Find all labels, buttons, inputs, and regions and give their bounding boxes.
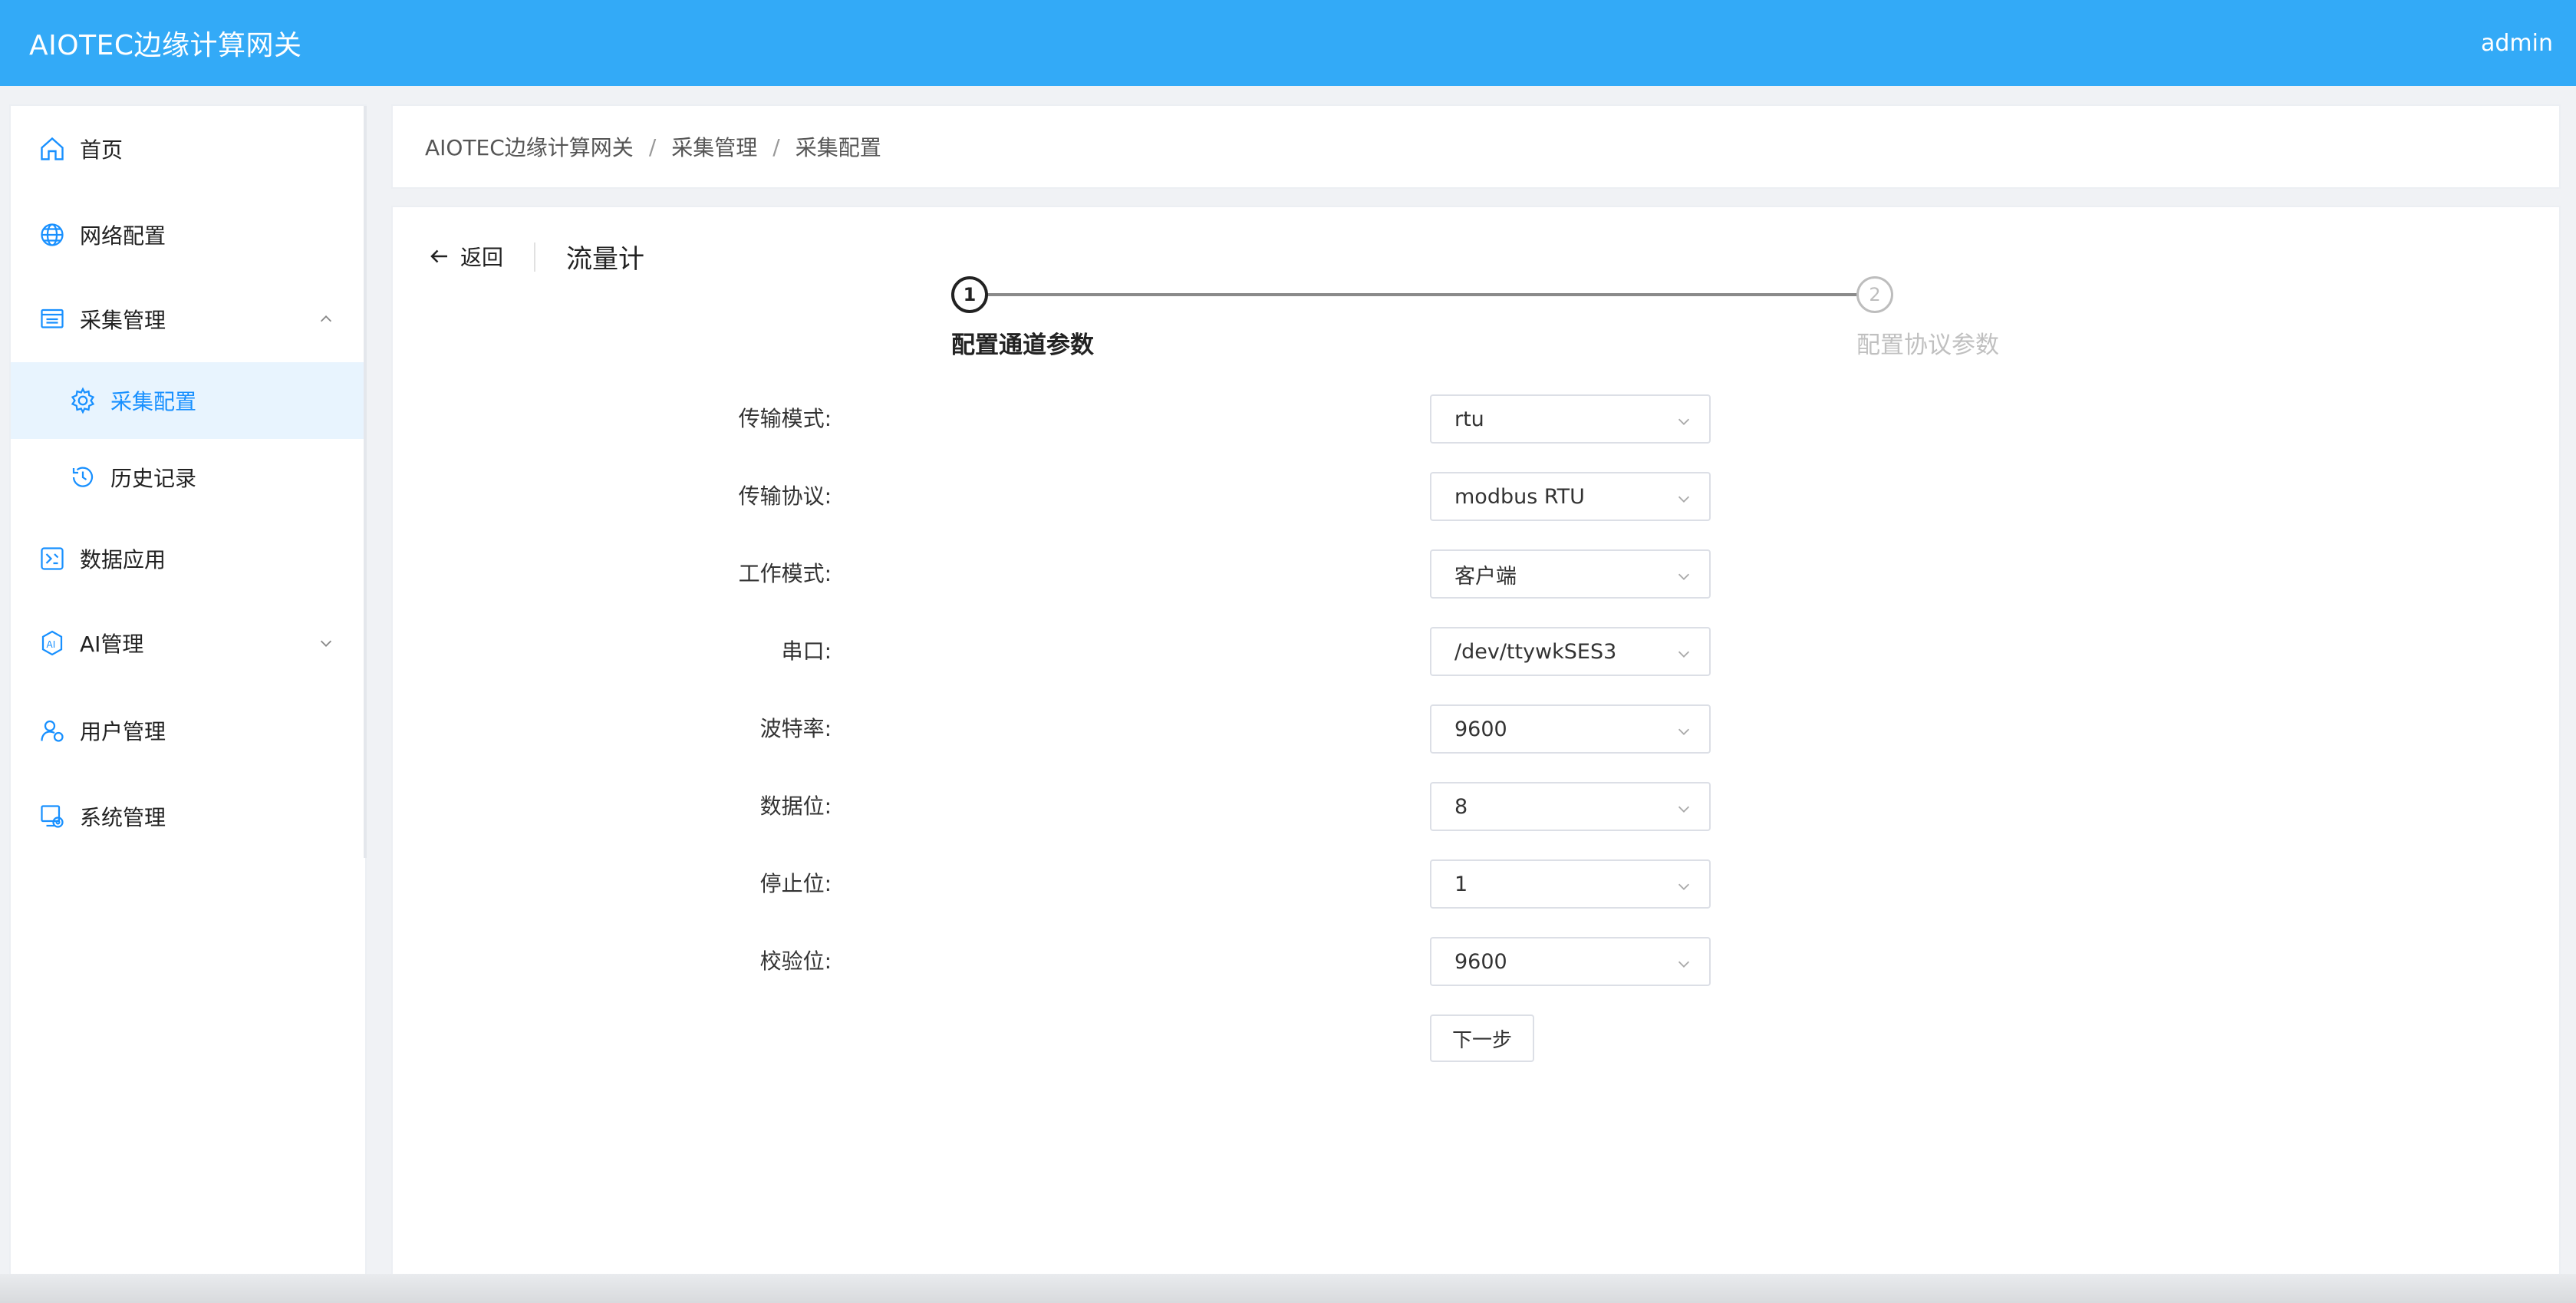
sidebar-item-data-app[interactable]: 数据应用	[11, 520, 365, 597]
field-label: 串口:	[781, 638, 832, 664]
select-value: modbus RTU	[1454, 484, 1585, 509]
breadcrumb-separator: /	[648, 134, 657, 160]
transport-mode-select[interactable]: rtu	[1430, 394, 1711, 444]
form-row-baud-rate: 波特率: 9600	[393, 704, 2562, 754]
sidebar-item-collection-config[interactable]: 采集配置	[11, 362, 365, 439]
sidebar: 首页 网络配置 采集管理 采集配置 历史记录 数据应用 AI AI管理 用户管理…	[9, 104, 367, 1303]
data-app-icon	[38, 545, 66, 572]
sidebar-item-label: 首页	[80, 137, 124, 163]
baud-rate-select[interactable]: 9600	[1430, 704, 1711, 754]
chevron-down-icon	[1678, 883, 1690, 890]
serial-port-select[interactable]: /dev/ttywkSES3	[1430, 627, 1711, 676]
sidebar-item-label: 采集配置	[110, 389, 197, 414]
sidebar-item-label: 历史记录	[110, 466, 197, 491]
chevron-down-icon	[1678, 573, 1690, 580]
bottom-shade	[0, 1274, 2576, 1303]
chevron-down-icon	[1678, 728, 1690, 735]
step-2-indicator: 2	[1856, 276, 1893, 313]
select-value: 1	[1454, 872, 1468, 896]
sidebar-scrollbar[interactable]	[364, 106, 367, 858]
field-label: 校验位:	[759, 948, 832, 974]
protocol-select[interactable]: modbus RTU	[1430, 472, 1711, 521]
sidebar-item-label: 采集管理	[80, 308, 166, 333]
content-panel: 返回 流量计 1 2 配置通道参数 配置协议参数 传输模式: rtu 传输协议:…	[391, 206, 2561, 1277]
ai-icon: AI	[38, 629, 66, 657]
history-icon	[69, 463, 97, 491]
field-label: 数据位:	[759, 793, 832, 819]
chevron-down-icon	[1678, 418, 1690, 425]
next-step-button[interactable]: 下一步	[1430, 1014, 1534, 1062]
field-label: 停止位:	[759, 871, 832, 896]
form-row-parity: 校验位: 9600	[393, 937, 2562, 986]
chevron-up-icon	[320, 315, 332, 322]
back-button[interactable]: 返回	[428, 241, 503, 272]
page-title: 流量计	[566, 244, 644, 275]
form-row-transport-mode: 传输模式: rtu	[393, 394, 2562, 444]
form-row-protocol: 传输协议: modbus RTU	[393, 472, 2562, 521]
sidebar-item-label: AI管理	[80, 632, 144, 657]
sidebar-item-label: 系统管理	[80, 805, 166, 830]
sidebar-item-label: 用户管理	[80, 719, 166, 744]
field-label: 工作模式:	[738, 561, 832, 586]
step-2-label: 配置协议参数	[1856, 332, 1999, 359]
field-label: 传输模式:	[738, 406, 832, 431]
chevron-down-icon	[1678, 961, 1690, 968]
sidebar-item-network[interactable]: 网络配置	[11, 196, 365, 273]
select-value: 8	[1454, 794, 1468, 819]
parity-select[interactable]: 9600	[1430, 937, 1711, 986]
system-icon	[38, 803, 66, 830]
select-value: rtu	[1454, 407, 1484, 431]
sidebar-item-ai[interactable]: AI AI管理	[11, 605, 365, 681]
stop-bits-select[interactable]: 1	[1430, 859, 1711, 909]
form-row-stop-bits: 停止位: 1	[393, 859, 2562, 909]
gear-icon	[69, 387, 97, 414]
select-value: 9600	[1454, 717, 1507, 741]
select-value: /dev/ttywkSES3	[1454, 639, 1617, 664]
field-label: 波特率:	[759, 716, 832, 741]
step-1-indicator: 1	[951, 276, 988, 313]
breadcrumb-item-home[interactable]: AIOTEC边缘计算网关	[425, 131, 634, 162]
globe-icon	[38, 221, 66, 249]
breadcrumb: AIOTEC边缘计算网关 / 采集管理 / 采集配置	[391, 104, 2561, 189]
form-row-data-bits: 数据位: 8	[393, 782, 2562, 831]
back-label: 返回	[460, 245, 504, 270]
app-title: AIOTEC边缘计算网关	[29, 30, 302, 61]
step-1-label: 配置通道参数	[951, 332, 1094, 359]
chevron-down-icon	[1678, 806, 1690, 813]
breadcrumb-item-collection[interactable]: 采集管理	[671, 131, 757, 162]
breadcrumb-item-current: 采集配置	[795, 135, 881, 160]
sidebar-item-label: 数据应用	[80, 547, 166, 572]
arrow-left-icon	[430, 249, 447, 263]
select-value: 客户端	[1454, 564, 1517, 589]
form-row-work-mode: 工作模式: 客户端	[393, 549, 2562, 599]
svg-text:AI: AI	[47, 639, 56, 650]
sidebar-item-history[interactable]: 历史记录	[11, 439, 365, 516]
sidebar-item-label: 网络配置	[80, 223, 166, 249]
user-icon	[38, 717, 66, 744]
chevron-down-icon	[1678, 651, 1690, 658]
field-label: 传输协议:	[738, 483, 832, 509]
collection-icon	[38, 305, 66, 333]
sidebar-item-collection[interactable]: 采集管理	[11, 281, 365, 358]
form-row-serial-port: 串口: /dev/ttywkSES3	[393, 627, 2562, 676]
sidebar-item-system[interactable]: 系统管理	[11, 778, 365, 855]
user-menu[interactable]: admin	[2481, 30, 2553, 57]
header-divider	[534, 242, 535, 272]
select-value: 9600	[1454, 949, 1507, 974]
data-bits-select[interactable]: 8	[1430, 782, 1711, 831]
steps-connector	[970, 293, 1863, 296]
work-mode-select[interactable]: 客户端	[1430, 549, 1711, 599]
home-icon	[38, 135, 66, 163]
sidebar-item-users[interactable]: 用户管理	[11, 692, 365, 769]
chevron-down-icon	[320, 640, 332, 647]
breadcrumb-separator: /	[772, 134, 780, 160]
chevron-down-icon	[1678, 496, 1690, 503]
top-header: AIOTEC边缘计算网关 admin	[0, 0, 2576, 86]
sidebar-item-home[interactable]: 首页	[11, 111, 365, 187]
